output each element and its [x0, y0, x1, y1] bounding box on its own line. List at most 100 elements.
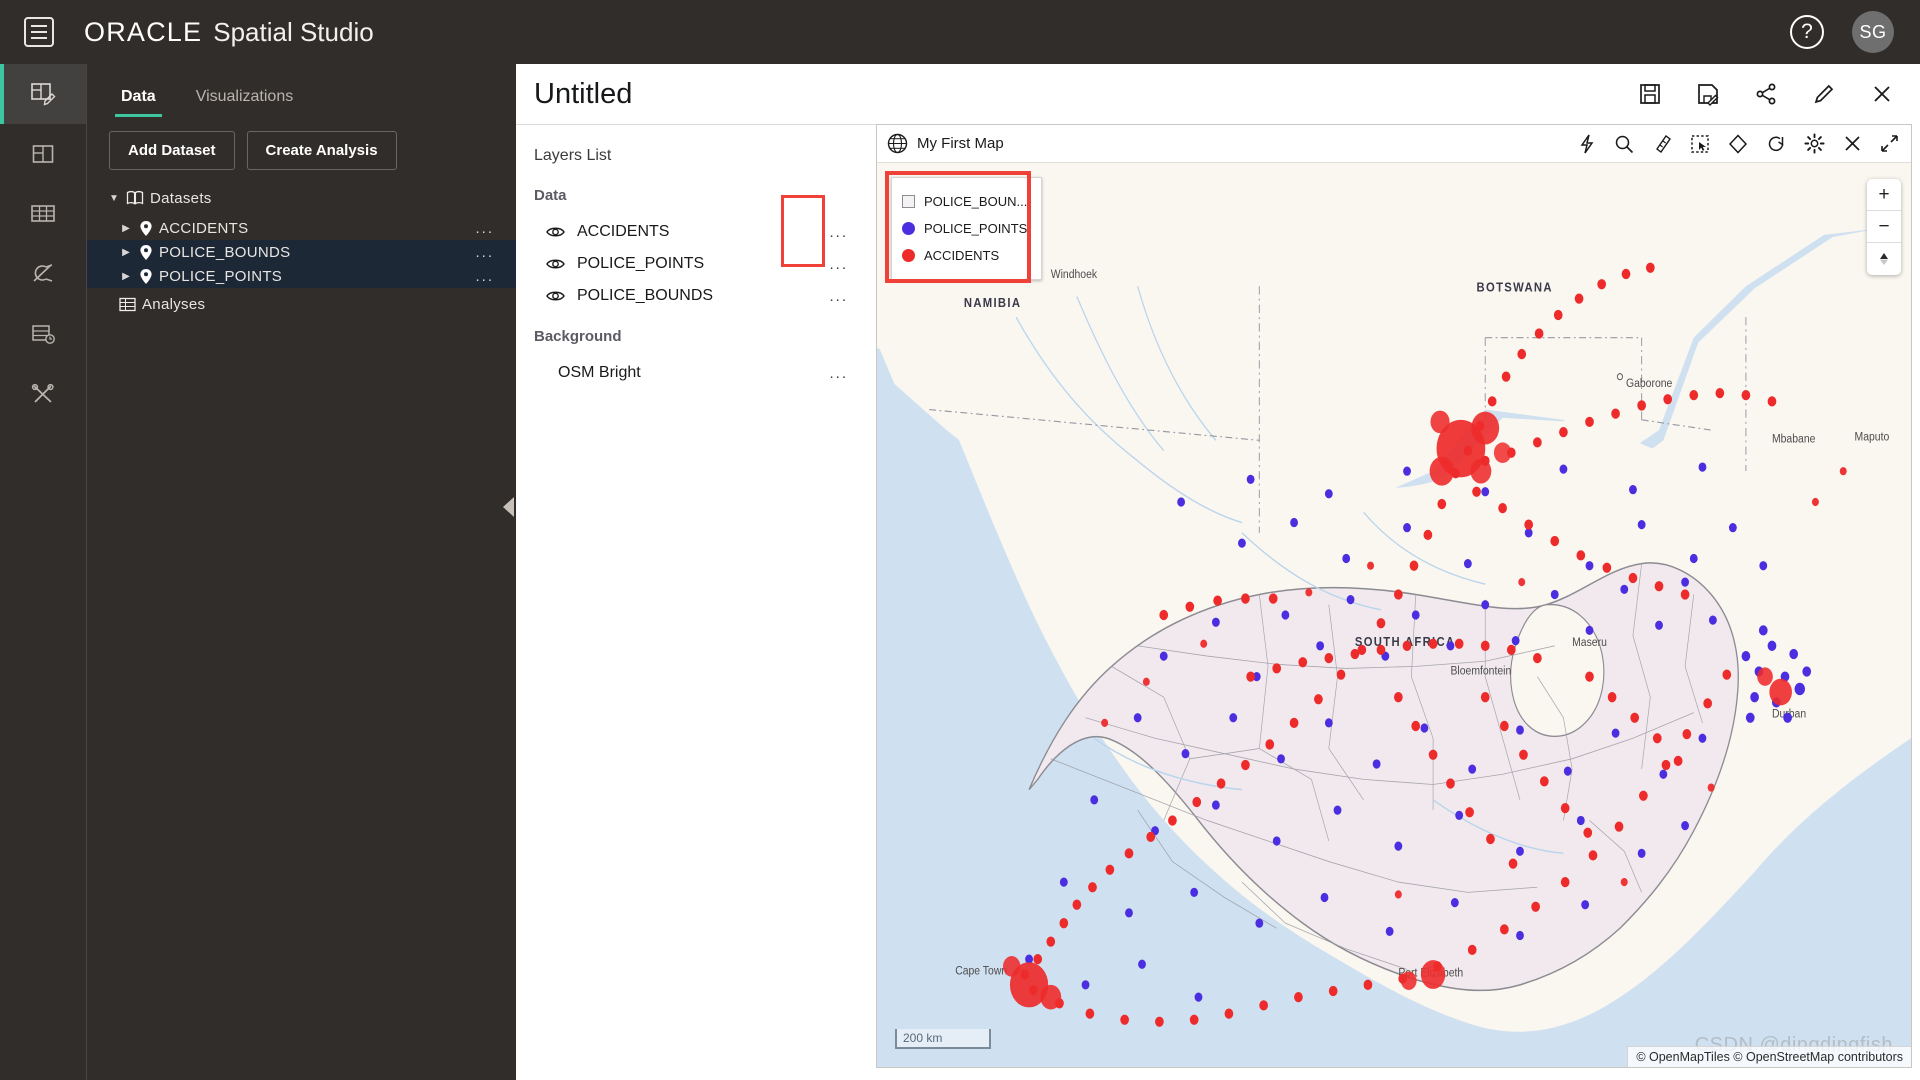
table-icon	[30, 203, 56, 225]
legend-item-police-bounds: POLICE_BOUN...	[902, 188, 1027, 215]
dataset-menu-button[interactable]: ...	[475, 268, 494, 285]
map-canvas[interactable]: NAMIBIA BOTSWANA SOUTH AFRICA Windhoek G…	[877, 163, 1911, 1067]
measure-tool[interactable]	[1652, 134, 1672, 154]
legend-swatch-square-icon	[902, 195, 915, 208]
layer-menu-button[interactable]: ...	[829, 224, 848, 241]
zoom-out-button[interactable]: −	[1867, 211, 1901, 243]
map-label-bloemfontein: Bloemfontein	[1450, 665, 1511, 678]
layer-row-osm-bright[interactable]: OSM Bright ...	[534, 357, 856, 389]
product-name: Spatial Studio	[213, 17, 373, 48]
chevron-right-icon[interactable]: ▶	[117, 271, 135, 282]
pin-icon	[139, 268, 153, 285]
reset-north-button[interactable]	[1867, 243, 1901, 275]
layer-row-police-points[interactable]: POLICE_POINTS ...	[534, 248, 856, 280]
legend-label: POLICE_POINTS	[924, 221, 1027, 236]
refresh-tool[interactable]	[1766, 134, 1786, 154]
sidebar-item-tools[interactable]	[0, 364, 86, 424]
rename-button[interactable]	[1812, 82, 1836, 106]
chevron-right-icon[interactable]: ▶	[117, 247, 135, 258]
search-tool[interactable]	[1614, 134, 1634, 154]
eye-icon[interactable]	[546, 257, 565, 271]
grid-icon	[119, 297, 136, 312]
map-label-cape-town: Cape Town	[955, 965, 1007, 978]
panels-icon	[31, 142, 55, 166]
tab-data[interactable]: Data	[101, 78, 176, 117]
map-title: My First Map	[917, 135, 1004, 152]
top-bar: ORACLE Spatial Studio ? SG	[0, 0, 1920, 64]
dataset-row-police-points[interactable]: ▶ POLICE_POINTS ...	[87, 264, 516, 288]
layer-menu-button[interactable]: ...	[829, 256, 848, 273]
page-title: Untitled	[534, 78, 632, 111]
save-as-button[interactable]	[1696, 82, 1720, 106]
close-map-button[interactable]	[1843, 134, 1862, 153]
map-attribution: © OpenMapTiles © OpenStreetMap contribut…	[1627, 1046, 1911, 1067]
panel-tabs: Data Visualizations	[87, 78, 516, 117]
help-icon[interactable]: ?	[1790, 15, 1824, 49]
create-analysis-button[interactable]: Create Analysis	[247, 131, 397, 170]
icon-rail	[0, 64, 86, 1080]
layers-list-title: Layers List	[534, 147, 856, 165]
pin-icon	[139, 220, 153, 237]
eye-icon[interactable]	[546, 289, 565, 303]
box-select-tool[interactable]	[1690, 134, 1710, 154]
brand: ORACLE Spatial Studio	[84, 17, 374, 48]
dataset-row-police-bounds[interactable]: ▶ POLICE_BOUNDS ...	[87, 240, 516, 264]
tree-root-datasets[interactable]: ▼ Datasets	[87, 186, 516, 210]
save-button[interactable]	[1638, 82, 1662, 106]
marquee-select-icon	[1690, 134, 1710, 154]
save-as-icon	[1696, 82, 1720, 106]
map-label-maputo: Maputo	[1855, 431, 1890, 444]
eye-icon[interactable]	[546, 225, 565, 239]
legend-swatch-dot-icon	[902, 222, 915, 235]
sidebar-item-project-editor[interactable]	[0, 64, 86, 124]
flash-tool[interactable]	[1578, 134, 1596, 154]
top-bar-right: ? SG	[1790, 0, 1894, 64]
ruler-icon	[1652, 134, 1672, 154]
polygon-select-tool[interactable]	[1728, 134, 1748, 154]
tab-visualizations[interactable]: Visualizations	[176, 78, 314, 117]
project-actions	[1638, 82, 1894, 106]
map-wrapper: My First Map	[876, 124, 1920, 1080]
settings-tool[interactable]	[1804, 133, 1825, 154]
avatar-initials: SG	[1859, 22, 1886, 43]
close-button[interactable]	[1870, 82, 1894, 106]
chevron-right-icon[interactable]: ▶	[117, 223, 135, 234]
pencil-icon	[1812, 82, 1836, 106]
globe-icon	[887, 133, 908, 154]
help-glyph: ?	[1801, 20, 1813, 44]
background-menu-button[interactable]: ...	[829, 365, 848, 382]
sidebar-item-connections[interactable]	[0, 244, 86, 304]
layer-label: POLICE_BOUNDS	[577, 287, 713, 305]
add-dataset-button[interactable]: Add Dataset	[109, 131, 235, 170]
server-clock-icon	[30, 322, 56, 346]
legend-item-accidents: ACCIDENTS	[902, 242, 1027, 269]
dataset-menu-button[interactable]: ...	[475, 244, 494, 261]
polygon-icon	[1728, 134, 1748, 154]
zoom-in-button[interactable]: +	[1867, 179, 1901, 211]
avatar[interactable]: SG	[1852, 11, 1894, 53]
layer-row-accidents[interactable]: ACCIDENTS ...	[534, 216, 856, 248]
panel-collapse-handle[interactable]	[503, 494, 517, 520]
share-button[interactable]	[1754, 82, 1778, 106]
layers-panel: Layers List Data ACCIDENTS ...	[516, 124, 876, 1080]
dataset-row-accidents[interactable]: ▶ ACCIDENTS ...	[87, 216, 516, 240]
dataset-menu-button[interactable]: ...	[475, 220, 494, 237]
background-layer-label: OSM Bright	[558, 364, 641, 382]
layer-menu-button[interactable]: ...	[829, 288, 848, 305]
tree-row-analyses[interactable]: Analyses	[87, 292, 516, 316]
layer-row-police-bounds[interactable]: POLICE_BOUNDS ...	[534, 280, 856, 312]
expand-map-button[interactable]	[1880, 134, 1899, 153]
project-edit-icon	[30, 81, 56, 107]
zoom-controls: + −	[1867, 179, 1901, 275]
legend-label: ACCIDENTS	[924, 248, 999, 263]
sidebar-item-jobs[interactable]	[0, 304, 86, 364]
layers-section-data: Data	[534, 187, 856, 204]
close-icon	[1843, 134, 1862, 153]
compass-icon	[1876, 251, 1892, 267]
sidebar-item-projects[interactable]	[0, 124, 86, 184]
chevron-down-icon[interactable]: ▼	[105, 193, 123, 204]
refresh-icon	[1766, 134, 1786, 154]
map-header: My First Map	[877, 125, 1911, 163]
hamburger-icon[interactable]	[24, 17, 54, 47]
sidebar-item-datasets[interactable]	[0, 184, 86, 244]
